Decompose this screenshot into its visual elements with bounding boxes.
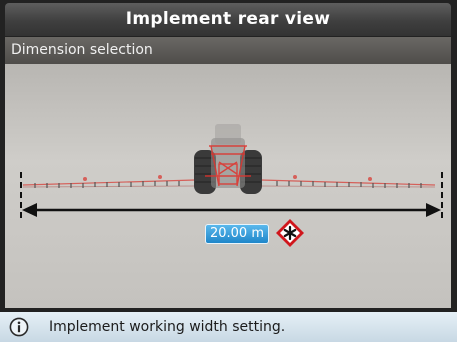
info-icon [9,317,29,337]
screen-frame: Implement rear view Dimension selection [0,0,457,342]
status-message: Implement working width setting. [49,319,286,335]
page-title: Implement rear view [5,3,451,36]
tractor-rear [194,124,262,194]
section-title: Dimension selection [11,42,153,58]
implement-rear-view: 20.00 m [5,64,451,308]
edit-value-icon[interactable] [275,218,305,248]
width-value-field[interactable]: 20.00 m [205,224,269,244]
section-header: Dimension selection [5,37,451,64]
implement-illustration [20,124,443,220]
